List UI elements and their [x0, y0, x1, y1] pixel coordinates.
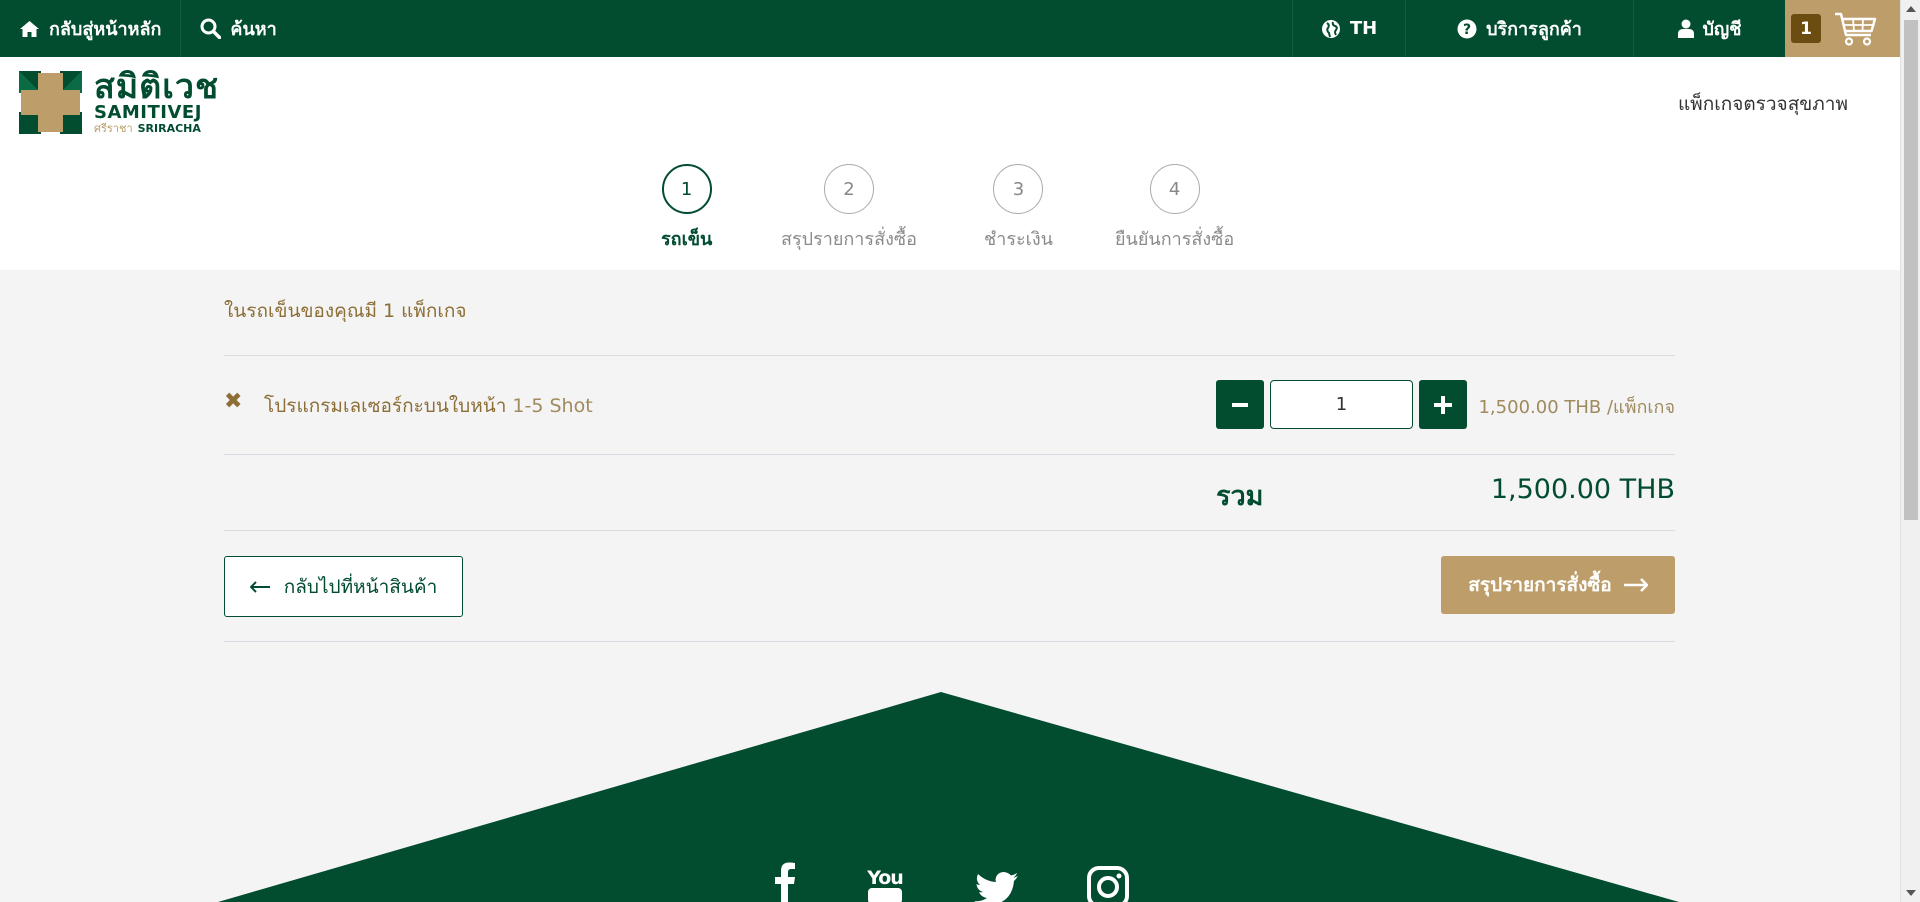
home-icon: [20, 20, 39, 37]
divider: [224, 355, 1675, 356]
twitter-link[interactable]: [974, 872, 1020, 902]
twitter-icon: [974, 872, 1018, 902]
samitivej-logo[interactable]: สมิติเวช SAMITIVEJ ศรีราชา SRIRACHA: [19, 70, 219, 134]
step-order-summary: 2 สรุปรายการสั่งซื้อ: [781, 164, 917, 253]
svg-text:You: You: [866, 867, 903, 889]
scrollbar-thumb[interactable]: [1904, 20, 1918, 520]
arrow-left-icon: [249, 580, 270, 593]
site-header: สมิติเวช SAMITIVEJ ศรีราชา SRIRACHA แพ็ก…: [0, 57, 1900, 270]
unit-price: 1,500.00 THB /แพ็กเกจ: [1478, 397, 1675, 418]
customer-service-label: บริการลูกค้า: [1486, 19, 1582, 40]
customer-service-link[interactable]: ? บริการลูกค้า: [1405, 0, 1633, 57]
cart-count-badge: 1: [1791, 14, 1821, 43]
minus-icon: [1232, 402, 1248, 407]
search-label: ค้นหา: [230, 19, 277, 40]
remove-item-icon[interactable]: ✖: [224, 391, 242, 413]
top-nav-left: กลับสู่หน้าหลัก ค้นหา: [0, 0, 296, 57]
cart-button[interactable]: 1: [1785, 0, 1900, 57]
logo-text: สมิติเวช SAMITIVEJ ศรีราชา SRIRACHA: [94, 70, 219, 134]
youtube-link[interactable]: You: [864, 866, 906, 902]
step-number: 3: [993, 164, 1044, 214]
health-package-link[interactable]: แพ็กเกจตรวจสุขภาพ: [1678, 89, 1848, 119]
scroll-up-arrow-icon[interactable]: [1906, 6, 1916, 12]
back-to-products-button[interactable]: กลับไปที่หน้าสินค้า: [224, 556, 463, 617]
cross-logo-icon: [19, 70, 82, 134]
total-value: 1,500.00 THB: [1490, 474, 1675, 505]
cart-item-row: ✖ โปรแกรมเลเซอร์กะบนใบหน้า 1-5 Shot 1,50…: [224, 380, 1675, 430]
language-label: TH: [1349, 18, 1378, 39]
increase-quantity-button[interactable]: [1419, 380, 1467, 429]
user-icon: [1677, 19, 1694, 38]
instagram-link[interactable]: [1087, 865, 1129, 902]
search-link[interactable]: ค้นหา: [181, 0, 295, 57]
youtube-icon: You: [866, 867, 904, 902]
item-title: โปรแกรมเลเซอร์กะบนใบหน้า: [264, 395, 507, 417]
plus-icon: [1434, 395, 1452, 414]
logo-branch-english: SRIRACHA: [137, 122, 201, 135]
step-number: 4: [1149, 164, 1200, 214]
step-cart: 1 รถเข็น: [661, 164, 712, 253]
order-summary-button[interactable]: สรุปรายการสั่งซื้อ: [1441, 556, 1675, 614]
step-label: สรุปรายการสั่งซื้อ: [781, 229, 917, 250]
globe-icon: [1321, 19, 1340, 38]
cart-item-count: ในรถเข็นของคุณมี 1 แพ็กเกจ: [224, 300, 467, 322]
logo-branch-thai: ศรีราชา: [94, 122, 133, 135]
footer-background: [218, 692, 1679, 902]
top-nav-right: TH ? บริการลูกค้า บัญชี 1: [1292, 0, 1900, 57]
search-icon: [200, 18, 222, 39]
shopping-cart-icon: [1835, 12, 1877, 46]
step-label: ยืนยันการสั่งซื้อ: [1115, 229, 1235, 250]
home-link[interactable]: กลับสู่หน้าหลัก: [0, 0, 182, 57]
total-label: รวม: [1216, 481, 1264, 512]
divider: [224, 530, 1675, 531]
divider: [224, 641, 1675, 642]
step-label: รถเข็น: [661, 229, 713, 250]
next-button-label: สรุปรายการสั่งซื้อ: [1468, 574, 1612, 596]
item-variant: 1-5 Shot: [512, 395, 593, 417]
top-nav-bar: กลับสู่หน้าหลัก ค้นหา TH ? บริการลูกค้า: [0, 0, 1900, 57]
page-scrollbar[interactable]: [1900, 0, 1920, 902]
step-confirm-order: 4 ยืนยันการสั่งซื้อ: [1115, 164, 1234, 253]
step-number: 1: [661, 164, 712, 214]
logo-thai-name: สมิติเวช: [94, 67, 220, 107]
facebook-link[interactable]: [768, 862, 802, 902]
step-number: 2: [823, 164, 874, 214]
account-label: บัญชี: [1702, 19, 1742, 40]
back-button-label: กลับไปที่หน้าสินค้า: [283, 575, 438, 598]
step-payment: 3 ชำระเงิน: [984, 164, 1053, 253]
logo-english-name: SAMITIVEJ: [94, 102, 202, 123]
arrow-right-icon: [1623, 578, 1648, 592]
logo-branch: ศรีราชา SRIRACHA: [94, 123, 219, 134]
home-label: กลับสู่หน้าหลัก: [49, 19, 162, 40]
instagram-icon: [1087, 865, 1129, 902]
language-selector[interactable]: TH: [1292, 0, 1405, 57]
decrease-quantity-button[interactable]: [1216, 380, 1264, 429]
scroll-down-arrow-icon[interactable]: [1906, 890, 1916, 896]
question-circle-icon: ?: [1457, 19, 1477, 38]
item-name: โปรแกรมเลเซอร์กะบนใบหน้า 1-5 Shot: [264, 391, 593, 421]
step-label: ชำระเงิน: [984, 229, 1053, 250]
svg-text:?: ?: [1463, 22, 1471, 38]
account-link[interactable]: บัญชี: [1633, 0, 1785, 57]
quantity-input[interactable]: [1270, 380, 1413, 429]
facebook-icon: [775, 862, 795, 902]
divider: [224, 454, 1675, 455]
